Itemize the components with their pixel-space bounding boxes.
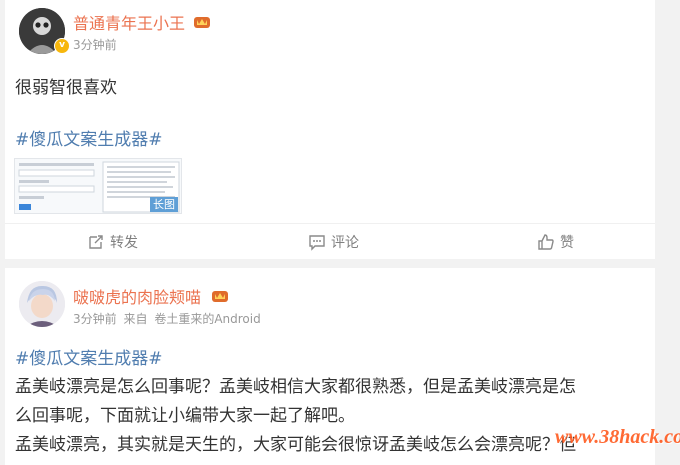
topic-link[interactable]: #傻瓜文案生成器# (15, 344, 163, 369)
site-watermark: www.38hack.com (555, 426, 680, 448)
username[interactable]: 啵啵虎的肉脸颊喵 (73, 284, 201, 308)
comment-button[interactable]: 评论 (308, 224, 359, 260)
avatar-image (19, 281, 65, 327)
username[interactable]: 普通青年王小王 (73, 10, 185, 34)
long-image-tag: 长图 (150, 197, 178, 212)
repost-icon (89, 235, 103, 249)
comment-icon (309, 235, 325, 251)
topic-link[interactable]: #傻瓜文案生成器# (15, 125, 163, 150)
repost-button[interactable]: 转发 (87, 224, 138, 260)
like-label: 赞 (560, 235, 574, 251)
like-button[interactable]: 赞 (537, 224, 574, 260)
repost-label: 转发 (110, 235, 138, 251)
like-icon (538, 234, 554, 250)
post-text-line: 么回事呢，下面就让小编带大家一起了解吧。 (15, 406, 355, 426)
verified-badge-icon: v (54, 38, 70, 54)
action-bar: 转发 评论 赞 (5, 223, 655, 259)
post-text-line: 孟美岐漂亮是怎么回事呢？孟美岐相信大家都很熟悉，但是孟美岐漂亮是怎 (15, 377, 576, 397)
post-text: 很弱智很喜欢 (15, 78, 117, 98)
post-source[interactable]: 卷土重来的Android (154, 312, 260, 326)
post-text-line: 孟美岐漂亮，其实就是天生的，大家可能会很惊讶孟美岐怎么会漂亮呢？但 (15, 435, 576, 455)
post-time[interactable]: 3分钟前 (73, 312, 117, 326)
comment-label: 评论 (331, 235, 359, 251)
vip-crown-icon (194, 17, 210, 28)
post-meta: 3分钟前 来自 卷土重来的Android (73, 310, 261, 327)
post-time[interactable]: 3分钟前 (73, 36, 117, 53)
source-prefix: 来自 (123, 312, 148, 326)
avatar[interactable] (19, 281, 65, 327)
vip-crown-icon (212, 291, 228, 302)
